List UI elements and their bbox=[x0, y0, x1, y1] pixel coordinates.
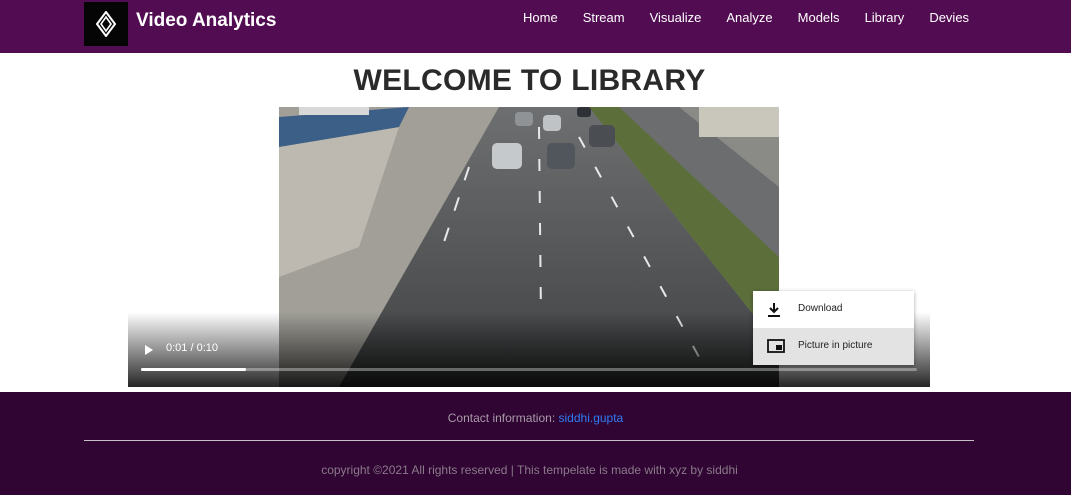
nav-visualize[interactable]: Visualize bbox=[650, 10, 702, 28]
menu-label-picture-in-picture: Picture in picture bbox=[798, 340, 873, 351]
copyright-text: copyright ©2021 All rights reserved | Th… bbox=[321, 463, 738, 477]
contact-link[interactable]: siddhi.gupta bbox=[559, 411, 624, 425]
contact-label: Contact information: bbox=[447, 411, 556, 425]
video-context-menu: Download Picture in picture bbox=[753, 291, 914, 365]
footer-divider bbox=[84, 440, 974, 441]
nav-analyze[interactable]: Analyze bbox=[726, 10, 772, 28]
play-icon[interactable] bbox=[143, 343, 155, 355]
brand-name[interactable]: Video Analytics bbox=[136, 10, 276, 32]
nav-home[interactable]: Home bbox=[523, 10, 558, 28]
progress-bar[interactable] bbox=[141, 368, 917, 371]
page-title: WELCOME TO LIBRARY bbox=[353, 64, 706, 97]
nav-devies[interactable]: Devies bbox=[929, 10, 969, 28]
page-footer: Contact information: siddhi.gupta copyri… bbox=[0, 392, 1071, 495]
top-navbar: Video Analytics Home Stream Visualize An… bbox=[0, 0, 1071, 53]
menu-item-picture-in-picture[interactable]: Picture in picture bbox=[753, 328, 914, 365]
time-display: 0:01 / 0:10 bbox=[166, 342, 218, 354]
main-nav: Home Stream Visualize Analyze Models Lib… bbox=[510, 10, 981, 28]
nav-stream[interactable]: Stream bbox=[583, 10, 625, 28]
contact-information: Contact information: siddhi.gupta bbox=[0, 411, 1071, 425]
nav-models[interactable]: Models bbox=[798, 10, 840, 28]
download-icon bbox=[768, 303, 780, 317]
picture-in-picture-icon bbox=[767, 339, 785, 353]
brand-logo-icon[interactable] bbox=[84, 2, 128, 46]
nav-library[interactable]: Library bbox=[865, 10, 905, 28]
menu-item-download[interactable]: Download bbox=[753, 291, 914, 328]
progress-fill bbox=[141, 368, 246, 371]
menu-label-download: Download bbox=[798, 303, 843, 314]
